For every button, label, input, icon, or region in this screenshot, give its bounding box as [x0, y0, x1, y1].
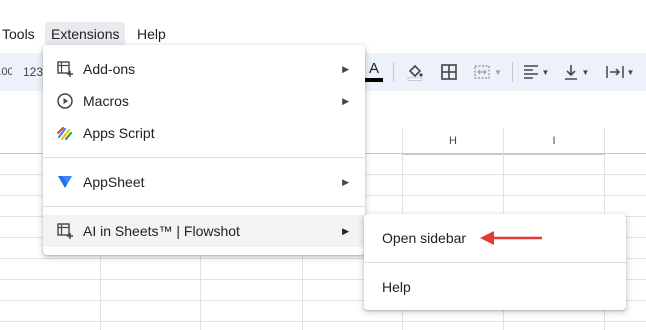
menu-divider: [43, 206, 365, 207]
submenu-arrow-icon: ▶: [342, 63, 349, 74]
menu-item-label: Add-ons: [83, 61, 136, 77]
appsheet-icon: [56, 173, 74, 191]
annotation-arrow-icon: [480, 231, 542, 245]
horizontal-align-icon[interactable]: ▼: [520, 53, 552, 91]
menu-item-ai-in-sheets[interactable]: AI in Sheets™ | Flowshot ▶: [43, 215, 365, 247]
text-color-swatch: [365, 78, 383, 82]
menu-bar: Tools Extensions Help: [0, 22, 646, 46]
submenu-arrow-icon: ▶: [342, 176, 349, 187]
apps-script-icon: [56, 124, 74, 142]
toolbar-divider: [393, 62, 394, 82]
number-format-button[interactable]: 123: [22, 53, 44, 91]
menu-item-apps-script[interactable]: Apps Script: [43, 117, 365, 149]
submenu-item-label: Help: [382, 279, 411, 295]
fill-color-icon[interactable]: [403, 53, 427, 91]
column-header-h[interactable]: H: [403, 128, 503, 155]
toolbar-divider: [512, 62, 513, 82]
menu-item-label: Apps Script: [83, 125, 155, 141]
vertical-align-icon[interactable]: ▼: [560, 53, 592, 91]
menu-item-add-ons[interactable]: Add-ons ▶: [43, 53, 365, 85]
text-wrapping-icon[interactable]: ▼: [602, 53, 638, 91]
menu-divider: [43, 157, 365, 158]
text-color-button[interactable]: A: [362, 53, 386, 91]
menu-tools[interactable]: Tools: [0, 22, 41, 46]
menu-item-macros[interactable]: Macros ▶: [43, 85, 365, 117]
merge-cells-icon[interactable]: ▼: [470, 53, 506, 91]
extensions-menu: Add-ons ▶ Macros ▶ Apps Script AppSheet …: [43, 45, 365, 255]
text-color-letter: A: [368, 60, 379, 77]
macros-play-icon: [56, 92, 74, 110]
borders-icon[interactable]: [437, 53, 461, 91]
menu-item-label: Macros: [83, 93, 129, 109]
menu-item-appsheet[interactable]: AppSheet ▶: [43, 166, 365, 198]
menu-divider: [364, 262, 626, 263]
submenu-item-help[interactable]: Help: [364, 271, 626, 303]
menu-item-label: AI in Sheets™ | Flowshot: [83, 223, 240, 239]
column-header-i[interactable]: I: [504, 128, 604, 155]
submenu-item-label: Open sidebar: [382, 230, 467, 246]
menu-extensions[interactable]: Extensions: [45, 22, 126, 46]
decimal-format-icon[interactable]: .00: [0, 53, 12, 91]
add-on-icon: [56, 222, 74, 240]
menu-item-label: AppSheet: [83, 174, 145, 190]
add-ons-icon: [56, 60, 74, 78]
submenu-arrow-icon: ▶: [342, 95, 349, 106]
submenu-arrow-icon: ▶: [342, 225, 349, 236]
menu-help[interactable]: Help: [131, 22, 172, 46]
